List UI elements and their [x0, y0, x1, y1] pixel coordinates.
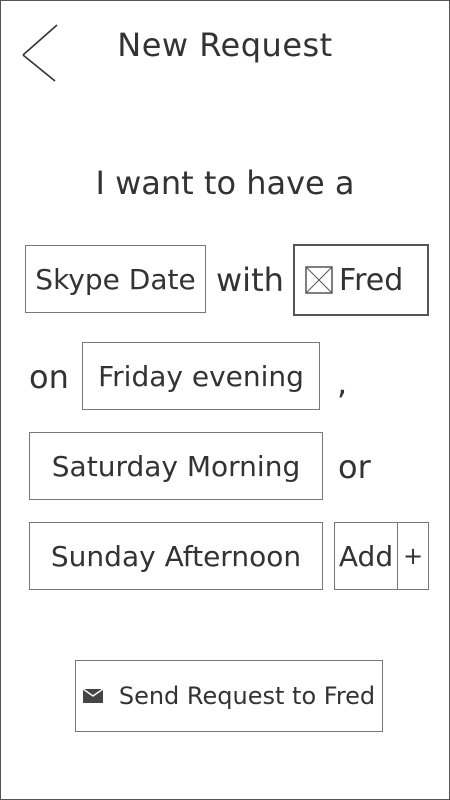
time-option-value-2: Saturday Morning: [51, 449, 301, 483]
add-time-button[interactable]: Add +: [334, 522, 429, 590]
app-frame: New Request I want to have a Skype Date …: [0, 0, 450, 800]
page-title: New Request: [117, 26, 333, 64]
image-placeholder-icon: [305, 266, 333, 294]
comma-separator: ,: [337, 364, 348, 402]
activity-value: Skype Date: [35, 262, 196, 296]
with-label: with: [216, 261, 284, 299]
contact-name: Fred: [339, 262, 404, 298]
or-label: or: [338, 448, 371, 486]
send-request-label: Send Request to Fred: [118, 682, 376, 710]
contact-field[interactable]: Fred: [293, 244, 429, 316]
plus-icon: +: [397, 523, 428, 589]
activity-field[interactable]: Skype Date: [25, 245, 206, 313]
on-label: on: [29, 358, 69, 396]
intro-text: I want to have a: [95, 164, 355, 202]
time-option-field-1[interactable]: Friday evening: [82, 342, 320, 410]
add-label: Add: [338, 539, 394, 573]
time-option-value-1: Friday evening: [98, 359, 304, 393]
time-option-field-3[interactable]: Sunday Afternoon: [29, 522, 323, 590]
mail-icon: [82, 689, 103, 703]
send-request-button[interactable]: Send Request to Fred: [75, 660, 383, 732]
time-option-value-3: Sunday Afternoon: [50, 539, 302, 573]
time-option-field-2[interactable]: Saturday Morning: [29, 432, 323, 500]
